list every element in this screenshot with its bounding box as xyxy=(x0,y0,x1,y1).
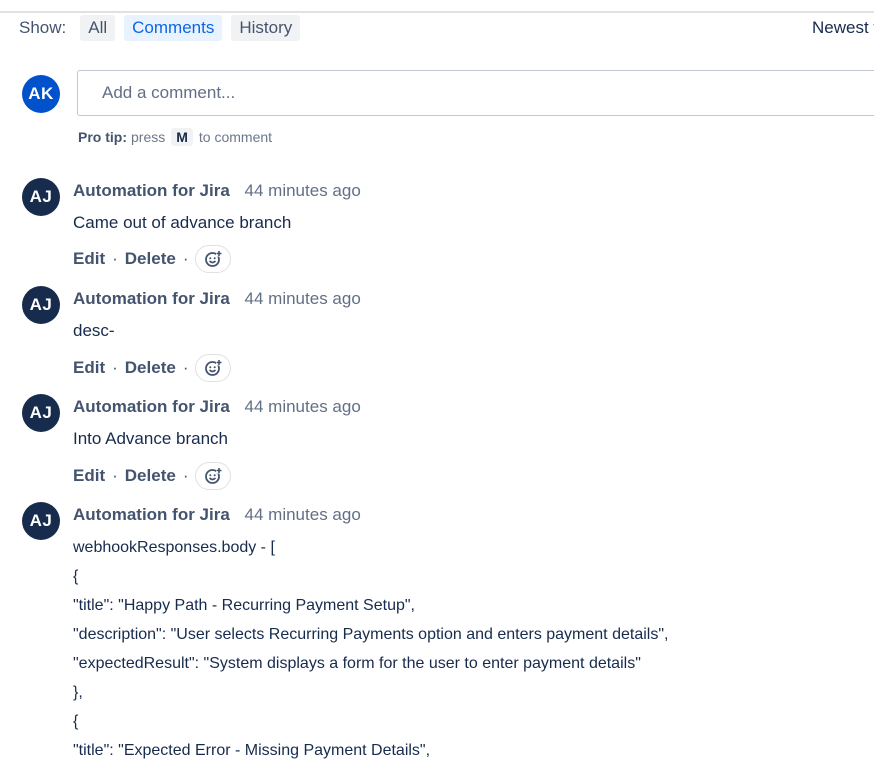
comment-body-line: webhookResponses.body - [ xyxy=(73,539,275,556)
emoji-add-icon xyxy=(205,250,223,267)
comment-body-line: { xyxy=(73,713,79,730)
action-separator: · xyxy=(182,358,189,377)
comment-body-line: { xyxy=(73,568,79,585)
filter-all-button[interactable]: All xyxy=(80,15,116,41)
emoji-add-icon xyxy=(205,467,223,484)
comment-body-line: "expectedResult": "System displays a for… xyxy=(73,655,641,672)
pro-tip-label: Pro tip: xyxy=(78,129,127,145)
comment-author[interactable]: Automation for Jira xyxy=(73,397,230,416)
action-separator: · xyxy=(112,466,118,485)
action-separator: · xyxy=(112,249,118,268)
top-divider xyxy=(0,11,874,13)
comment-timestamp[interactable]: 44 minutes ago xyxy=(245,289,361,308)
pro-tip: Pro tip: press M to comment xyxy=(78,128,272,146)
comment-body-line: "title": "Happy Path - Recurring Payment… xyxy=(73,597,415,614)
comment-timestamp[interactable]: 44 minutes ago xyxy=(245,181,361,200)
emoji-add-icon xyxy=(205,359,223,376)
comment-header: Automation for Jira 44 minutes ago xyxy=(73,289,361,309)
delete-comment-button[interactable]: Delete xyxy=(125,249,176,269)
comment-body: Came out of advance branch xyxy=(73,213,292,232)
add-comment-input[interactable] xyxy=(77,70,874,116)
action-separator: · xyxy=(182,249,189,268)
comment-author[interactable]: Automation for Jira xyxy=(73,289,230,308)
comment-header: Automation for Jira 44 minutes ago xyxy=(73,181,361,201)
show-label: Show: xyxy=(19,18,67,37)
comment-body: webhookResponses.body - [ { "title": "Ha… xyxy=(73,537,668,759)
comment-author-avatar: AJ xyxy=(22,502,60,540)
pro-tip-press: press xyxy=(131,129,166,145)
comment-author-avatar: AJ xyxy=(22,394,60,432)
comment-header: Automation for Jira 44 minutes ago xyxy=(73,505,361,525)
comment-timestamp[interactable]: 44 minutes ago xyxy=(245,505,361,524)
filter-history-button[interactable]: History xyxy=(231,15,301,41)
add-reaction-button[interactable] xyxy=(195,245,232,273)
comment-body-line: }, xyxy=(73,684,83,701)
filter-comments-button[interactable]: Comments xyxy=(124,15,223,41)
comment-author-avatar: AJ xyxy=(22,178,60,216)
add-reaction-button[interactable] xyxy=(195,462,232,490)
delete-comment-button[interactable]: Delete xyxy=(125,466,176,486)
keyboard-shortcut-key: M xyxy=(171,128,193,146)
delete-comment-button[interactable]: Delete xyxy=(125,358,176,378)
comment-author[interactable]: Automation for Jira xyxy=(73,181,230,200)
comment-author-avatar: AJ xyxy=(22,286,60,324)
add-reaction-button[interactable] xyxy=(195,354,232,382)
comment-author[interactable]: Automation for Jira xyxy=(73,505,230,524)
comment-body: desc- xyxy=(73,321,115,340)
pro-tip-suffix: to comment xyxy=(198,129,273,145)
edit-comment-button[interactable]: Edit xyxy=(73,466,105,486)
edit-comment-button[interactable]: Edit xyxy=(73,249,105,269)
comment-actions: Edit · Delete · xyxy=(73,244,232,274)
action-separator: · xyxy=(182,466,189,485)
comment-actions: Edit · Delete · xyxy=(73,353,232,383)
comment-body-line: "title": "Expected Error - Missing Payme… xyxy=(73,742,431,759)
comment-body: Into Advance branch xyxy=(73,429,229,448)
activity-panel: Show: All Comments History Newest first … xyxy=(0,0,874,759)
comment-header: Automation for Jira 44 minutes ago xyxy=(73,397,361,417)
comment-actions: Edit · Delete · xyxy=(73,461,232,491)
activity-filter-bar: Show: All Comments History xyxy=(19,14,309,42)
sort-order-button[interactable]: Newest first xyxy=(812,14,874,42)
comment-body-line: "description": "User selects Recurring P… xyxy=(73,626,669,643)
comment-timestamp[interactable]: 44 minutes ago xyxy=(245,397,361,416)
edit-comment-button[interactable]: Edit xyxy=(73,358,105,378)
current-user-avatar: AK xyxy=(22,75,60,113)
action-separator: · xyxy=(112,358,118,377)
